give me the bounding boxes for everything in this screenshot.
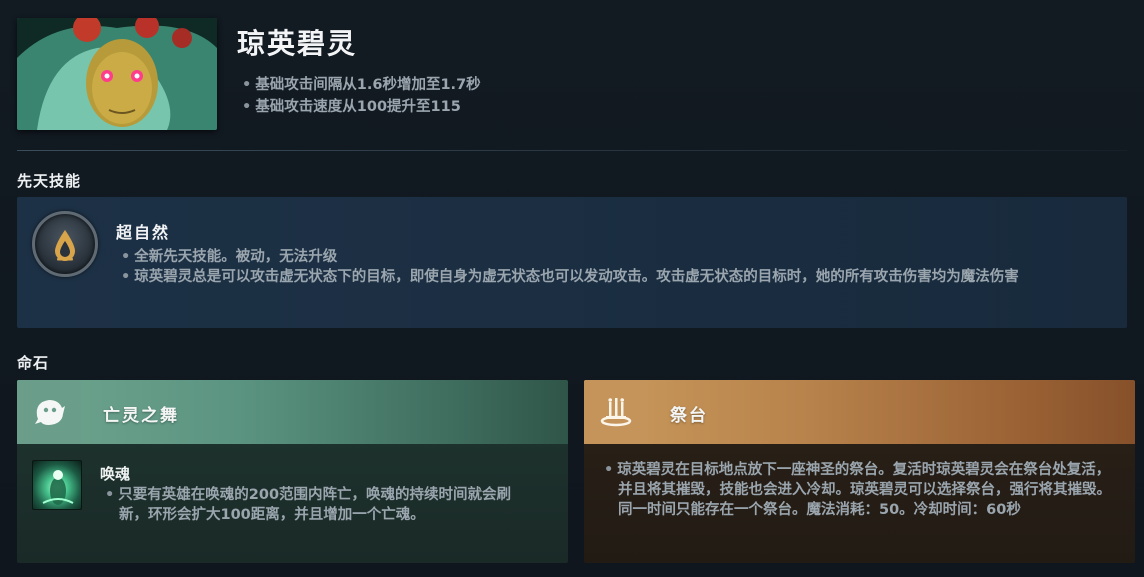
innate-note: • 琼英碧灵总是可以攻击虚无状态下的目标，即使自身为虚无状态也可以发动攻击。攻击虚… [121, 269, 1019, 285]
bullet-icon: • [121, 249, 131, 265]
droplet-icon[interactable] [32, 211, 98, 277]
hero-note: • 基础攻击间隔从1.6秒增加至1.7秒 [242, 77, 481, 93]
facet-note: • 只要有英雄在唤魂的200范围内阵亡，唤魂的持续时间就会刷新，环形会扩大100距… [105, 487, 512, 523]
innate-section-title: 先天技能 [17, 172, 82, 190]
hero-note: • 基础攻击速度从100提升至115 [242, 99, 461, 115]
facet-header: 祭台 [584, 380, 1135, 444]
innate-ability-name: 超自然 [116, 223, 171, 242]
section-divider [17, 150, 1127, 151]
facet-header: 亡灵之舞 [17, 380, 568, 444]
altar-icon [584, 380, 648, 444]
facet-notes: • 只要有英雄在唤魂的200范围内阵亡，唤魂的持续时间就会刷新，环形会扩大100距… [105, 485, 535, 525]
hero-name: 琼英碧灵 [237, 27, 358, 60]
bullet-icon: • [105, 487, 115, 503]
facet-name: 祭台 [670, 406, 708, 426]
facets-section-title: 命石 [17, 354, 50, 372]
facet-notes: • 琼英碧灵在目标地点放下一座神圣的祭台。复活时琼英碧灵会在祭台处复活，并且将其摧… [604, 460, 1124, 520]
innate-note: • 全新先天技能。被动，无法升级 [121, 249, 338, 265]
innate-ability-panel: 超自然 • 全新先天技能。被动，无法升级 • 琼英碧灵总是可以攻击虚无状态下的目标，… [17, 197, 1127, 328]
bullet-icon: • [604, 462, 614, 478]
facet-card-dance-of-the-dead[interactable]: 亡灵之舞 唤魂 • 只要有英雄在唤魂的200范围内阵亡，唤魂的持续时间就会刷新，环… [17, 380, 568, 563]
patch-notes-hero-page: 琼英碧灵 • 基础攻击间隔从1.6秒增加至1.7秒 • 基础攻击速度从100提升至1… [0, 0, 1144, 577]
bullet-icon: • [242, 77, 252, 93]
innate-notes: • 全新先天技能。被动，无法升级 • 琼英碧灵总是可以攻击虚无状态下的目标，即使自身… [121, 247, 1111, 287]
facet-ability-name: 唤魂 [100, 465, 131, 483]
hero-portrait [17, 18, 217, 130]
hero-notes: • 基础攻击间隔从1.6秒增加至1.7秒 • 基础攻击速度从100提升至115 [242, 74, 481, 118]
bullet-icon: • [242, 99, 252, 115]
facet-note: • 琼英碧灵在目标地点放下一座神圣的祭台。复活时琼英碧灵会在祭台处复活，并且将其摧… [604, 462, 1111, 518]
spirit-icon [17, 380, 81, 444]
bullet-icon: • [121, 269, 131, 285]
facet-card-altar[interactable]: 祭台 • 琼英碧灵在目标地点放下一座神圣的祭台。复活时琼英碧灵会在祭台处复活，并且… [584, 380, 1135, 563]
ability-icon-spirit-summon[interactable] [32, 460, 82, 510]
facet-name: 亡灵之舞 [103, 406, 179, 426]
